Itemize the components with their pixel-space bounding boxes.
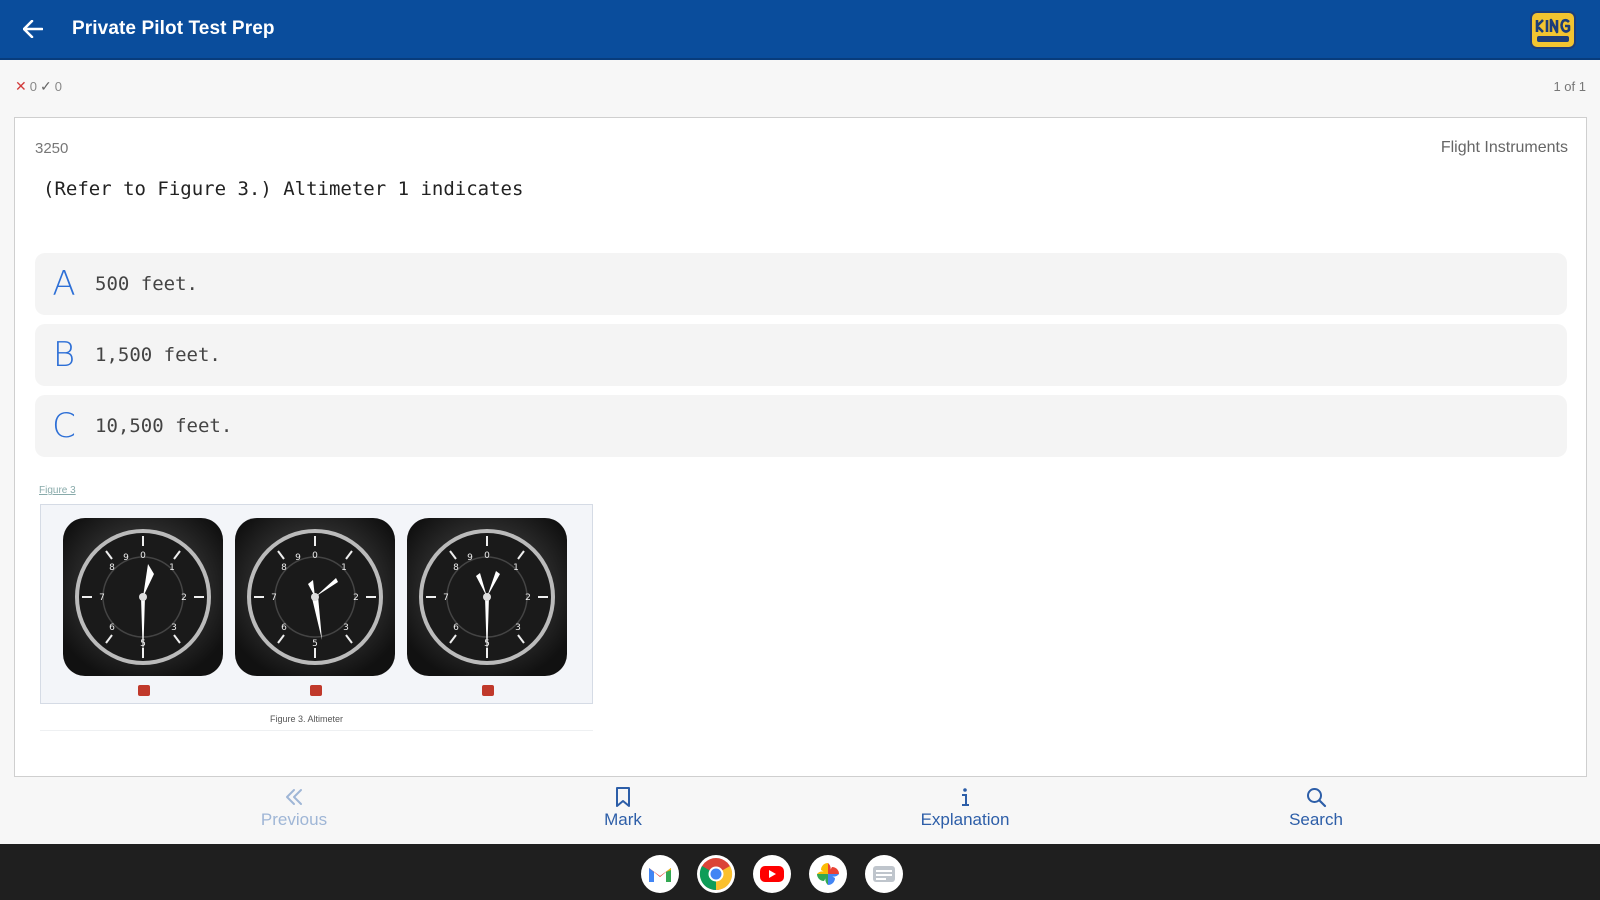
bottom-nav: Previous Mark Explanation Search <box>0 786 1600 844</box>
score-counter: ✕ 0 ✓ 0 <box>15 78 62 95</box>
svg-text:7: 7 <box>443 593 449 603</box>
answer-letter: C <box>52 406 76 446</box>
answer-option-c[interactable]: C 10,500 feet. <box>35 395 1567 457</box>
search-icon <box>1307 788 1327 808</box>
gmail-icon[interactable] <box>641 855 679 893</box>
taskbar <box>0 844 1600 900</box>
previous-label: Previous <box>260 810 328 829</box>
arrow-left-icon <box>23 20 43 38</box>
svg-text:3: 3 <box>343 623 349 633</box>
figure-divider <box>40 730 593 731</box>
svg-text:6: 6 <box>453 623 459 633</box>
search-button[interactable]: Search <box>1246 786 1386 842</box>
figure-link[interactable]: Figure 3 <box>39 485 76 496</box>
svg-text:9: 9 <box>123 553 129 563</box>
wrong-icon: ✕ <box>15 78 27 94</box>
svg-text:6: 6 <box>109 623 115 633</box>
question-progress: 1 of 1 <box>1553 79 1586 94</box>
svg-text:8: 8 <box>109 563 115 573</box>
svg-text:7: 7 <box>271 593 277 603</box>
king-schools-logo <box>1530 11 1576 49</box>
back-button[interactable] <box>18 14 48 44</box>
answer-option-b[interactable]: B 1,500 feet. <box>35 324 1567 386</box>
question-id: 3250 <box>35 140 69 157</box>
svg-text:6: 6 <box>281 623 287 633</box>
svg-text:1: 1 <box>169 563 175 573</box>
double-chevron-left-icon <box>286 789 302 805</box>
answer-text: 10,500 feet. <box>95 415 233 437</box>
question-category: Flight Instruments <box>1440 139 1568 156</box>
app-bar: Private Pilot Test Prep <box>0 0 1600 60</box>
svg-text:0: 0 <box>140 551 146 561</box>
youtube-icon[interactable] <box>753 855 791 893</box>
explanation-button[interactable]: Explanation <box>895 786 1035 842</box>
svg-text:8: 8 <box>281 563 287 573</box>
svg-text:5: 5 <box>312 639 318 649</box>
question-card: 3250 Flight Instruments (Refer to Figure… <box>14 117 1587 777</box>
altimeter-figure-image: 012 356 789 <box>63 518 567 696</box>
svg-text:9: 9 <box>295 553 301 563</box>
right-count: 0 <box>54 79 62 94</box>
question-text: (Refer to Figure 3.) Altimeter 1 indicat… <box>43 178 524 200</box>
mark-button[interactable]: Mark <box>553 786 693 842</box>
svg-text:2: 2 <box>181 593 187 603</box>
svg-text:0: 0 <box>312 551 318 561</box>
svg-text:9: 9 <box>467 553 473 563</box>
check-icon: ✓ <box>39 78 52 94</box>
chrome-icon[interactable] <box>697 855 735 893</box>
answer-letter: A <box>52 264 76 304</box>
svg-text:3: 3 <box>171 623 177 633</box>
svg-text:2: 2 <box>525 593 531 603</box>
search-label: Search <box>1289 810 1343 829</box>
app-title: Private Pilot Test Prep <box>72 18 275 39</box>
svg-text:1: 1 <box>513 563 519 573</box>
wrong-count: 0 <box>29 79 37 94</box>
figure-caption: Figure 3. Altimeter <box>270 714 344 724</box>
explanation-label: Explanation <box>920 810 1010 829</box>
messages-icon[interactable] <box>865 855 903 893</box>
info-icon <box>962 788 969 806</box>
svg-text:8: 8 <box>453 563 459 573</box>
answer-option-a[interactable]: A 500 feet. <box>35 253 1567 315</box>
answer-text: 1,500 feet. <box>95 344 221 366</box>
svg-text:0: 0 <box>484 551 490 561</box>
svg-text:2: 2 <box>353 593 359 603</box>
photos-icon[interactable] <box>809 855 847 893</box>
mark-label: Mark <box>604 810 642 829</box>
bookmark-icon <box>616 787 630 807</box>
svg-text:1: 1 <box>341 563 347 573</box>
answer-text: 500 feet. <box>95 273 198 295</box>
previous-button[interactable]: Previous <box>224 786 364 842</box>
svg-text:3: 3 <box>515 623 521 633</box>
svg-text:7: 7 <box>99 593 105 603</box>
answer-letter: B <box>52 335 76 375</box>
altimeter-figure[interactable]: 012 356 789 <box>40 504 593 704</box>
